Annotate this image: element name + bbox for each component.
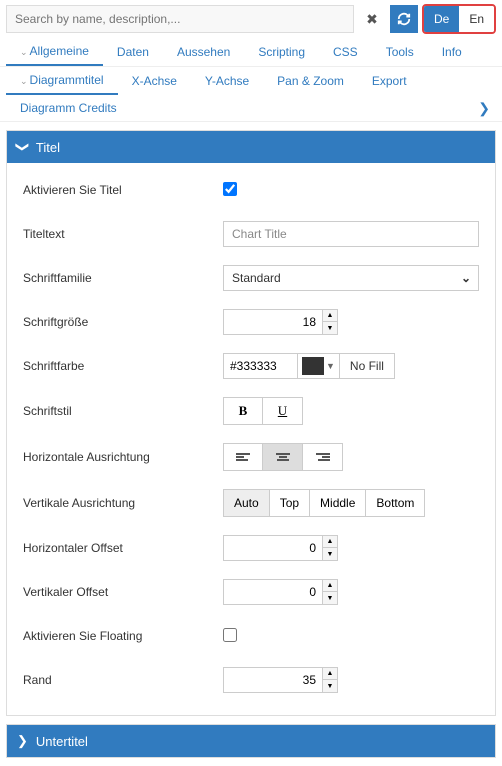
caret-down-icon: ▼: [326, 361, 335, 371]
label-valign: Vertikale Ausrichtung: [23, 496, 223, 510]
label-halign: Horizontale Ausrichtung: [23, 450, 223, 464]
panel-untertitel-header[interactable]: ❯ Untertitel: [7, 725, 495, 757]
tab-diagrammtitel[interactable]: ⌄Diagrammtitel: [6, 67, 118, 95]
title-text-input[interactable]: [223, 221, 479, 247]
voffset-input[interactable]: [223, 579, 323, 605]
tab-xachse[interactable]: X-Achse: [118, 68, 191, 94]
align-left-button[interactable]: [223, 443, 263, 471]
label-hoffset: Horizontaler Offset: [23, 541, 223, 555]
primary-tabs: ⌄Allgemeine Daten Aussehen Scripting CSS…: [0, 38, 502, 67]
bold-button[interactable]: B: [223, 397, 263, 425]
margin-down[interactable]: ▼: [323, 680, 337, 692]
scroll-right-icon[interactable]: ❯: [472, 100, 496, 117]
label-titeltext: Titeltext: [23, 227, 223, 241]
align-center-button[interactable]: [263, 443, 303, 471]
voffset-up[interactable]: ▲: [323, 580, 337, 592]
panel-titel-header[interactable]: ❯ Titel: [7, 131, 495, 163]
hoffset-input[interactable]: [223, 535, 323, 561]
valign-middle-button[interactable]: Middle: [310, 489, 366, 517]
panel-untertitel-label: Untertitel: [36, 734, 88, 749]
valign-auto-button[interactable]: Auto: [223, 489, 270, 517]
chevron-right-icon: ❯: [17, 733, 28, 749]
search-input[interactable]: [6, 5, 354, 33]
tab-aussehen[interactable]: Aussehen: [163, 39, 244, 65]
enable-title-checkbox[interactable]: [223, 182, 237, 196]
tab-css[interactable]: CSS: [319, 39, 372, 65]
hoffset-down[interactable]: ▼: [323, 548, 337, 560]
label-aktivieren: Aktivieren Sie Titel: [23, 183, 223, 197]
label-schriftgroesse: Schriftgröße: [23, 315, 223, 329]
underline-button[interactable]: U: [263, 397, 303, 425]
tab-export[interactable]: Export: [358, 68, 421, 94]
floating-checkbox[interactable]: [223, 628, 237, 642]
label-rand: Rand: [23, 673, 223, 687]
color-swatch-button[interactable]: ▼: [298, 353, 340, 379]
valign-bottom-button[interactable]: Bottom: [366, 489, 425, 517]
label-voffset: Vertikaler Offset: [23, 585, 223, 599]
panel-titel: ❯ Titel Aktivieren Sie Titel Titeltext S…: [6, 130, 496, 716]
tab-panzoom[interactable]: Pan & Zoom: [263, 68, 358, 94]
color-swatch: [302, 357, 324, 375]
refresh-icon[interactable]: [390, 5, 418, 33]
tab-allgemeine[interactable]: ⌄Allgemeine: [6, 38, 103, 66]
label-schriftfarbe: Schriftfarbe: [23, 359, 223, 373]
align-right-button[interactable]: [303, 443, 343, 471]
clear-search-icon[interactable]: ✖: [358, 5, 386, 33]
panel-titel-label: Titel: [36, 140, 60, 155]
font-size-down[interactable]: ▼: [323, 322, 337, 334]
tab-scripting[interactable]: Scripting: [244, 39, 319, 65]
lang-en-button[interactable]: En: [459, 6, 494, 32]
tab-info[interactable]: Info: [428, 39, 476, 65]
valign-top-button[interactable]: Top: [270, 489, 310, 517]
hoffset-up[interactable]: ▲: [323, 536, 337, 548]
tab-daten[interactable]: Daten: [103, 39, 163, 65]
margin-input[interactable]: [223, 667, 323, 693]
panel-untertitel: ❯ Untertitel: [6, 724, 496, 758]
tab-tools[interactable]: Tools: [372, 39, 428, 65]
chevron-down-icon: ❯: [14, 142, 30, 153]
tab-credits[interactable]: Diagramm Credits: [6, 95, 131, 121]
secondary-tabs: ⌄Diagrammtitel X-Achse Y-Achse Pan & Zoo…: [0, 67, 502, 122]
label-schriftfamilie: Schriftfamilie: [23, 271, 223, 285]
lang-de-button[interactable]: De: [424, 6, 459, 32]
label-floating: Aktivieren Sie Floating: [23, 629, 223, 643]
font-size-input[interactable]: [223, 309, 323, 335]
voffset-down[interactable]: ▼: [323, 592, 337, 604]
font-family-select[interactable]: Standard: [223, 265, 479, 291]
label-schriftstil: Schriftstil: [23, 404, 223, 418]
font-color-input[interactable]: [223, 353, 298, 379]
no-fill-button[interactable]: No Fill: [340, 353, 395, 379]
tab-yachse[interactable]: Y-Achse: [191, 68, 263, 94]
margin-up[interactable]: ▲: [323, 668, 337, 680]
font-size-up[interactable]: ▲: [323, 310, 337, 322]
language-switch: De En: [422, 4, 496, 34]
